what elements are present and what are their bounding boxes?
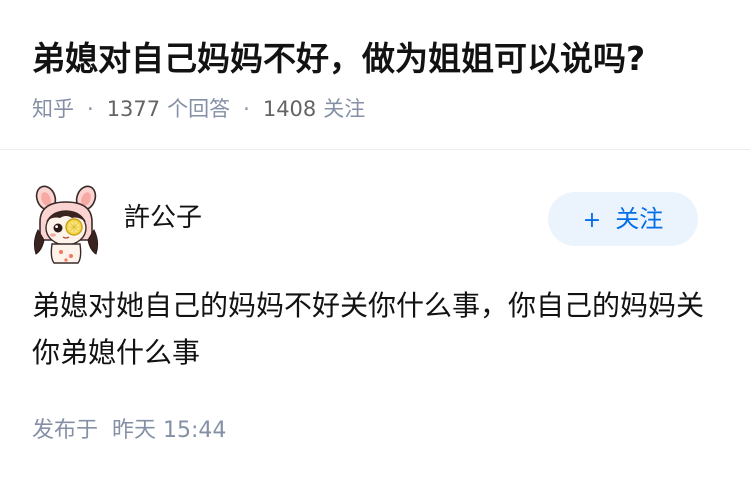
question-title[interactable]: 弟媳对自己妈妈不好，做为姐姐可以说吗? xyxy=(32,37,645,81)
follow-button[interactable]: + 关注 xyxy=(548,192,698,246)
meta-separator: · xyxy=(243,97,250,121)
plus-icon: + xyxy=(582,208,602,233)
avatar[interactable] xyxy=(32,184,100,264)
follower-count: 1408 xyxy=(262,97,317,121)
published-prefix: 发布于 xyxy=(32,418,99,443)
published-time[interactable]: 昨天 15:44 xyxy=(112,418,226,443)
follower-count-label[interactable]: 关注 xyxy=(323,97,365,121)
answer-card: 許公子 + 关注 弟媳对她自己的妈妈不好关你什么事，你自己的妈妈关你弟媳什么事 发… xyxy=(0,151,750,482)
source-label[interactable]: 知乎 xyxy=(32,97,74,121)
answer-time: 发布于 昨天 15:44 xyxy=(32,415,226,447)
cartoon-bunny-girl-avatar-icon xyxy=(33,185,99,264)
question-meta: 知乎 · 1377 个回答 · 1408 关注 xyxy=(32,94,365,124)
answer-count: 1377 xyxy=(106,97,161,121)
follow-button-label: 关注 xyxy=(615,205,664,233)
author-name[interactable]: 許公子 xyxy=(124,200,202,236)
answer-content: 弟媳对她自己的妈妈不好关你什么事，你自己的妈妈关你弟媳什么事 xyxy=(32,289,705,369)
question-header: 弟媳对自己妈妈不好，做为姐姐可以说吗? 知乎 · 1377 个回答 · 1408 关注 xyxy=(0,0,750,150)
meta-separator: · xyxy=(87,97,94,121)
answer-count-label[interactable]: 个回答 xyxy=(167,97,230,121)
